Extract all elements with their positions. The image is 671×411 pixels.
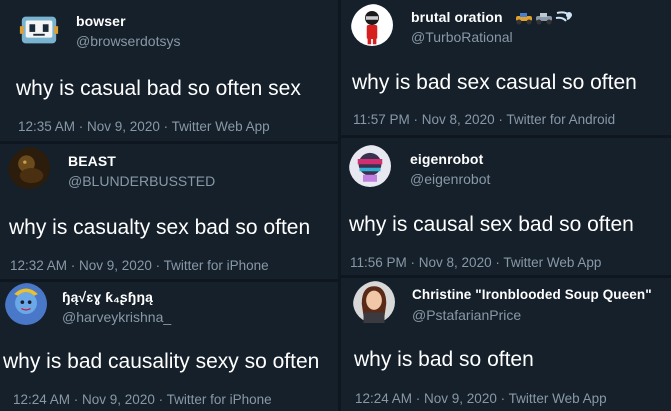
tweet-text: why is bad causality sexy so often bbox=[3, 350, 320, 373]
tweet-metadata[interactable]: 12:32 AM · Nov 9, 2020 · Twitter for iPh… bbox=[10, 258, 269, 273]
user-handle[interactable]: @PstafarianPrice bbox=[412, 307, 521, 323]
user-handle[interactable]: @TurboRational bbox=[411, 29, 513, 45]
racing-car-icon bbox=[535, 11, 553, 30]
avatar-christine[interactable] bbox=[353, 281, 401, 329]
tweet-card-beast[interactable]: BEAST @BLUNDERBUSSTED why is casualty se… bbox=[0, 142, 338, 280]
display-name[interactable]: BEAST bbox=[68, 153, 116, 169]
display-name[interactable]: bowser bbox=[76, 13, 126, 29]
tweet-text: why is casual bad so often sex bbox=[16, 77, 301, 100]
dash-icon bbox=[555, 9, 573, 30]
user-handle[interactable]: @harveykrishna_ bbox=[62, 309, 171, 325]
row-divider bbox=[341, 275, 671, 278]
tweet-card-harveykrishna[interactable]: ɧą√ɛɣ ƙ₄ʂɧŋą @harveykrishna_ why is bad … bbox=[0, 280, 338, 411]
avatar-beast[interactable] bbox=[8, 147, 58, 197]
avatar-eigenrobot[interactable] bbox=[349, 145, 397, 193]
tweet-metadata[interactable]: 12:35 AM · Nov 9, 2020 · Twitter Web App bbox=[18, 119, 270, 134]
tweet-text: why is causal sex bad so often bbox=[349, 213, 634, 236]
tweet-card-christine[interactable]: Christine "Ironblooded Soup Queen" @Psta… bbox=[341, 276, 671, 411]
display-name[interactable]: brutal oration bbox=[411, 9, 503, 25]
display-name[interactable]: eigenrobot bbox=[410, 151, 483, 167]
row-divider bbox=[0, 279, 338, 282]
avatar-brutal-oration[interactable] bbox=[351, 4, 399, 52]
display-name[interactable]: Christine "Ironblooded Soup Queen" bbox=[412, 287, 652, 302]
tweet-metadata[interactable]: 12:24 AM · Nov 9, 2020 · Twitter for iPh… bbox=[13, 392, 272, 407]
display-name[interactable]: ɧą√ɛɣ ƙ₄ʂɧŋą bbox=[62, 289, 153, 305]
tweet-metadata[interactable]: 12:24 AM · Nov 9, 2020 · Twitter Web App bbox=[355, 391, 607, 406]
tweet-text: why is casualty sex bad so often bbox=[9, 216, 311, 239]
tweet-text: why is bad so often bbox=[354, 348, 534, 371]
row-divider bbox=[341, 135, 671, 138]
row-divider bbox=[0, 141, 338, 144]
user-handle[interactable]: @eigenrobot bbox=[410, 171, 490, 187]
tweet-metadata[interactable]: 11:56 PM · Nov 8, 2020 · Twitter Web App bbox=[350, 255, 601, 270]
tweet-text: why is bad sex casual so often bbox=[352, 71, 637, 94]
avatar-harveykrishna[interactable] bbox=[5, 283, 51, 329]
tweet-card-bowser[interactable]: bowser @browserdotsys why is casual bad … bbox=[0, 0, 338, 142]
column-divider bbox=[338, 0, 341, 411]
tweet-card-eigenrobot[interactable]: eigenrobot @eigenrobot why is causal sex… bbox=[341, 136, 671, 276]
avatar-bowser[interactable] bbox=[18, 9, 62, 49]
racing-car-icon bbox=[515, 11, 533, 30]
tweet-metadata[interactable]: 11:57 PM · Nov 8, 2020 · Twitter for And… bbox=[353, 112, 615, 127]
user-handle[interactable]: @browserdotsys bbox=[76, 33, 180, 49]
tweet-card-brutal-oration[interactable]: brutal oration @TurboRational why is bad… bbox=[341, 0, 671, 136]
user-handle[interactable]: @BLUNDERBUSSTED bbox=[68, 173, 215, 189]
